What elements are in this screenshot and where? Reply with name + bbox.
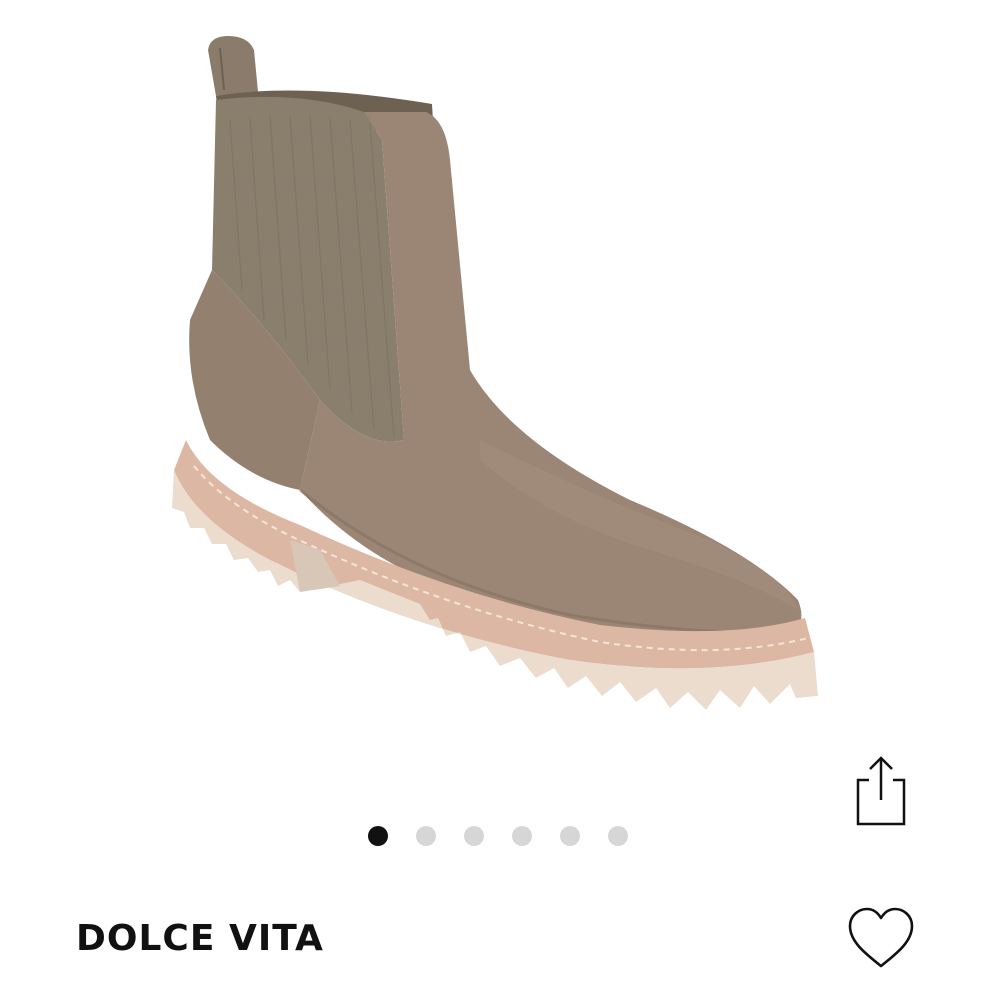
share-icon — [856, 756, 906, 826]
product-detail-page: DOLCE VITA — [0, 0, 1000, 1000]
carousel-dot-3[interactable] — [464, 826, 484, 846]
favorite-button[interactable] — [846, 906, 916, 972]
carousel-dot-1[interactable] — [368, 826, 388, 846]
brand-name[interactable]: DOLCE VITA — [76, 918, 324, 959]
boot-image-icon — [172, 36, 818, 710]
share-button[interactable] — [850, 752, 912, 830]
carousel-dot-6[interactable] — [608, 826, 628, 846]
product-image[interactable] — [150, 20, 850, 720]
carousel-dot-2[interactable] — [416, 826, 436, 846]
carousel-dot-4[interactable] — [512, 826, 532, 846]
heart-icon — [848, 907, 914, 968]
carousel-dots — [368, 825, 628, 847]
carousel-dot-5[interactable] — [560, 826, 580, 846]
